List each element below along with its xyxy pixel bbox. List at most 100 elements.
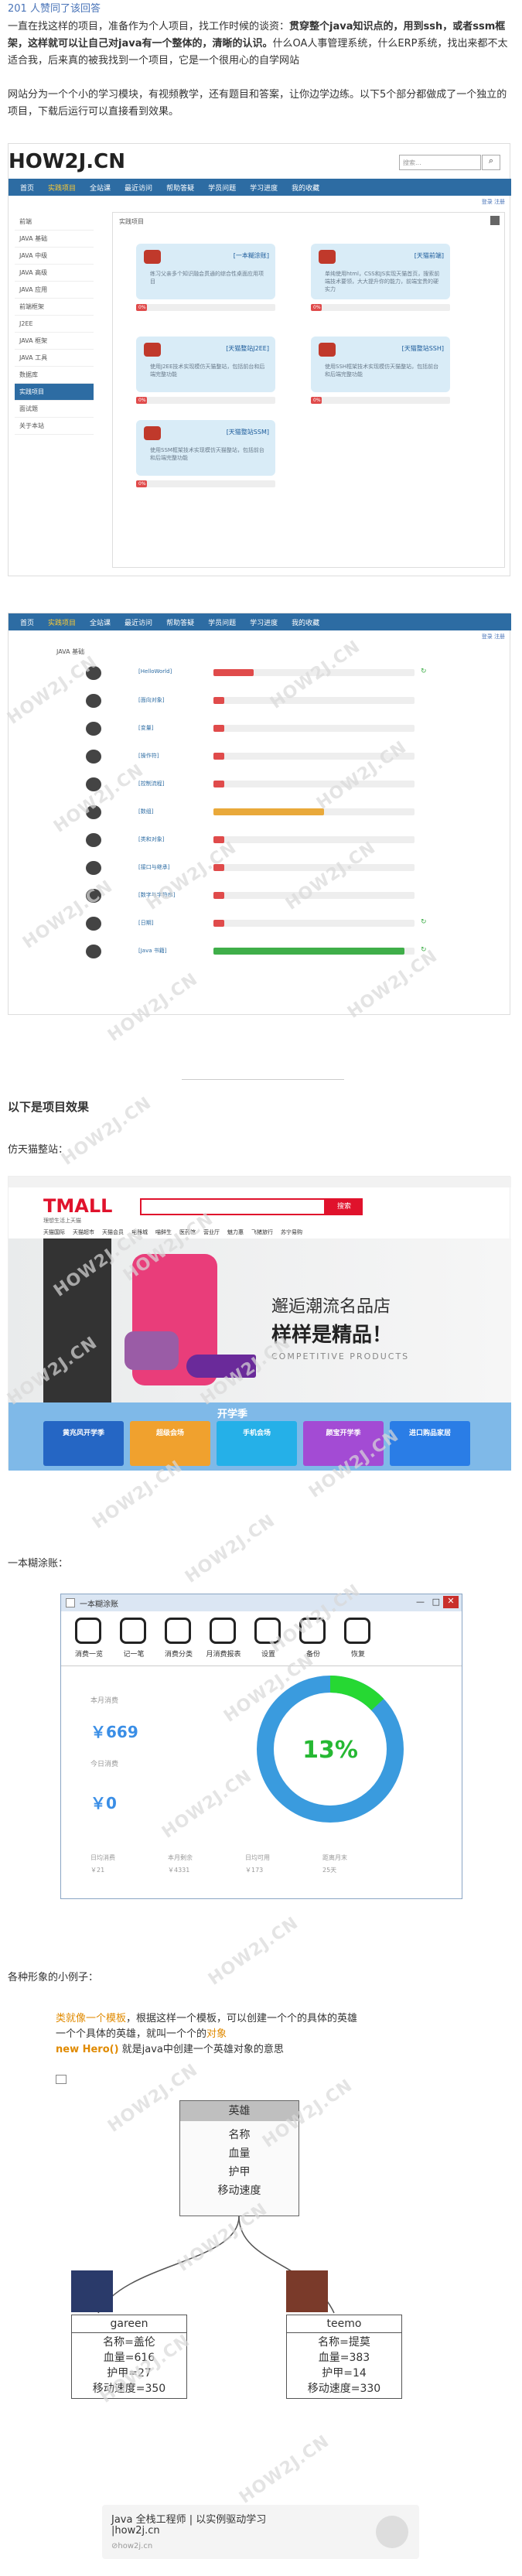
side-menu-item[interactable]: JAVA 工具 [15, 350, 94, 367]
nav-item[interactable]: 帮助答疑 [159, 617, 201, 627]
tmall-search-button[interactable]: 搜索 [326, 1198, 363, 1215]
nav-item[interactable]: 学员问题 [201, 617, 243, 627]
side-menu-item[interactable]: 实践项目 [15, 384, 94, 401]
nav-item[interactable]: 学习进度 [243, 183, 285, 193]
login-link-2[interactable]: 登录 注册 [482, 633, 505, 641]
nav-item[interactable]: 最近访问 [118, 617, 159, 627]
gareen-name: gareen [72, 2315, 186, 2333]
lesson-progress-bar [213, 808, 415, 815]
project-card[interactable]: [天猫整站SSH] 使用SSH框架技术实现模仿天猫整站，包括前台和后端完整功能 [311, 337, 450, 392]
project-card-desc: 使用J2EE技术实现模仿天猫整站，包括前台和后端完整功能 [150, 364, 265, 378]
nav-item[interactable]: 我的收藏 [285, 183, 326, 193]
site-search-input[interactable]: 搜索... [399, 155, 481, 170]
nav-item[interactable]: 首页 [13, 617, 41, 627]
progress-bar: 0% [136, 397, 275, 404]
lesson-progress-bar [213, 836, 415, 843]
lesson-link[interactable]: [操作符] [138, 752, 159, 760]
upvote-count-link[interactable]: 201 人赞同了该回答 [8, 2, 101, 17]
progress-bar: 0% [311, 397, 450, 404]
lesson-progress-bar [213, 725, 415, 732]
refresh-icon[interactable]: ↻ [421, 918, 427, 926]
toolbar-label[interactable]: 记一笔 [112, 1648, 155, 1659]
side-menu-item[interactable]: 前端框架 [15, 299, 94, 316]
promo-tile[interactable]: 进口购品家居 [390, 1421, 470, 1466]
toolbar-label[interactable]: 消费分类 [157, 1648, 200, 1659]
hero-class-box: 英雄 名称 血量 护甲 移动速度 [179, 2100, 299, 2216]
stat-value: ￥21 [90, 1867, 105, 1874]
close-icon[interactable]: ✕ [443, 1596, 459, 1608]
chart-icon[interactable] [210, 1618, 236, 1644]
lesson-link[interactable]: [HelloWorld] [138, 668, 172, 675]
nav-item[interactable]: 学员问题 [201, 183, 243, 193]
project-card[interactable]: [天猫整站J2EE] 使用J2EE技术实现模仿天猫整站，包括前台和后端完整功能 [136, 337, 275, 392]
handbag-image [125, 1331, 179, 1370]
nav-item[interactable]: 学习进度 [243, 617, 285, 627]
tmall-tab[interactable]: 天猫超市 [73, 1228, 94, 1236]
lesson-link[interactable]: [控制流程] [138, 780, 164, 787]
side-menu-item[interactable]: J2EE [15, 316, 94, 333]
search-icon[interactable]: ⌕ [482, 155, 500, 170]
lesson-link[interactable]: [变量] [138, 724, 153, 732]
project-card[interactable]: [天猫前端] 单纯使用html，CSS和JS实现天猫首页，搜索前端技术要领，大大提… [311, 244, 450, 299]
tmall-cat-icon [144, 250, 161, 264]
cutlery-icon[interactable] [165, 1618, 191, 1644]
tmall-tab[interactable]: 飞猪旅行 [251, 1228, 273, 1236]
side-menu-item[interactable]: 面试题 [15, 401, 94, 418]
lesson-progress-fill [213, 892, 224, 899]
nav-item[interactable]: 全站课 [83, 183, 118, 193]
project-card-desc: 使用SSM框架技术实现模仿天猫整站，包括前台和后端完整功能 [150, 447, 264, 461]
nav-item[interactable]: 我的收藏 [285, 617, 326, 627]
nav-item[interactable]: 最近访问 [118, 183, 159, 193]
toolbar-label[interactable]: 消费一览 [67, 1648, 111, 1659]
maximize-icon[interactable]: □ [432, 1597, 440, 1607]
link-card[interactable]: Java 全栈工程师 | 以实例驱动学习 |how2j.cn ⊘how2j.cn [102, 2505, 419, 2559]
lesson-link[interactable]: [接口与继承] [138, 863, 169, 871]
lesson-link[interactable]: [数组] [138, 808, 153, 815]
login-link[interactable]: 登录 注册 [482, 198, 505, 206]
link-card-url: ⊘how2j.cn [111, 2542, 153, 2550]
side-menu-item[interactable]: JAVA 应用 [15, 282, 94, 299]
minimize-icon[interactable]: — [416, 1597, 425, 1607]
promo-tile[interactable]: 手机会场 [217, 1421, 297, 1466]
tmall-tab[interactable]: 魅力惠 [227, 1228, 244, 1236]
toolbar-label[interactable]: 月消费报表 [202, 1648, 245, 1659]
project-card[interactable]: [一本糊涂账] 练习父亲多个知识融会贯通的综合性桌面应用项目 [136, 244, 275, 299]
nav-item-active[interactable]: 实践项目 [41, 617, 83, 627]
lesson-link[interactable]: [类和对象] [138, 835, 164, 843]
side-menu-item[interactable]: JAVA 框架 [15, 333, 94, 350]
refresh-icon[interactable]: ↻ [421, 668, 427, 675]
nav-item[interactable]: 全站课 [83, 617, 118, 627]
tmall-tab[interactable]: 天猫国际 [43, 1228, 65, 1236]
lesson-link[interactable]: [Java 书籍] [138, 947, 166, 955]
side-menu-item[interactable]: JAVA 基础 [15, 231, 94, 248]
side-menu-item[interactable]: JAVA 高级 [15, 265, 94, 282]
nav-item[interactable]: 帮助答疑 [159, 183, 201, 193]
project-card[interactable]: [天猫整站SSM] 使用SSM框架技术实现模仿天猫整站，包括前台和后端完整功能 [136, 420, 275, 476]
tmall-search-input[interactable] [140, 1198, 326, 1215]
lesson-link[interactable]: [面向对象] [138, 696, 164, 704]
lesson-link[interactable]: [日期] [138, 919, 153, 927]
pencil-icon[interactable] [120, 1618, 146, 1644]
side-menu: 前端 JAVA 基础 JAVA 中级 JAVA 高级 JAVA 应用 前端框架 J2EE JA… [15, 214, 94, 435]
lesson-progress-bar [213, 864, 415, 871]
hero-text-code: new Hero() [56, 2044, 119, 2055]
panel-menu-icon[interactable] [490, 216, 500, 225]
promo-tile[interactable]: 黄兆风开学季 [43, 1421, 124, 1466]
project-card-desc: 单纯使用html，CSS和JS实现天猫首页，搜索前端技术要领，大大提升你的能力，… [325, 271, 440, 292]
side-menu-item[interactable]: 关于本站 [15, 418, 94, 435]
banner-english: COMPETITIVE PRODUCTS [271, 1351, 410, 1361]
side-menu-item[interactable]: JAVA 中级 [15, 248, 94, 265]
tmall-slogan: 理想生活上天猫 [43, 1218, 81, 1224]
tmall-tab[interactable]: 苏宁易购 [281, 1228, 302, 1236]
progress-bar: 0% [311, 304, 450, 311]
side-menu-item[interactable]: 前端 [15, 214, 94, 231]
nav-item[interactable]: 首页 [13, 183, 41, 193]
nav-item-active[interactable]: 实践项目 [41, 183, 83, 193]
calculator-icon [86, 750, 101, 764]
site-nav-2: 首页 实践项目 全站课 最近访问 帮助答疑 学员问题 学习进度 我的收藏 [9, 613, 511, 630]
project-card-desc: 练习父亲多个知识融会贯通的综合性桌面应用项目 [150, 271, 264, 285]
wallet-icon[interactable] [75, 1618, 101, 1644]
toolbar-label[interactable]: 恢复 [336, 1648, 380, 1659]
restore-icon[interactable] [344, 1618, 370, 1644]
side-menu-item[interactable]: 数据库 [15, 367, 94, 384]
